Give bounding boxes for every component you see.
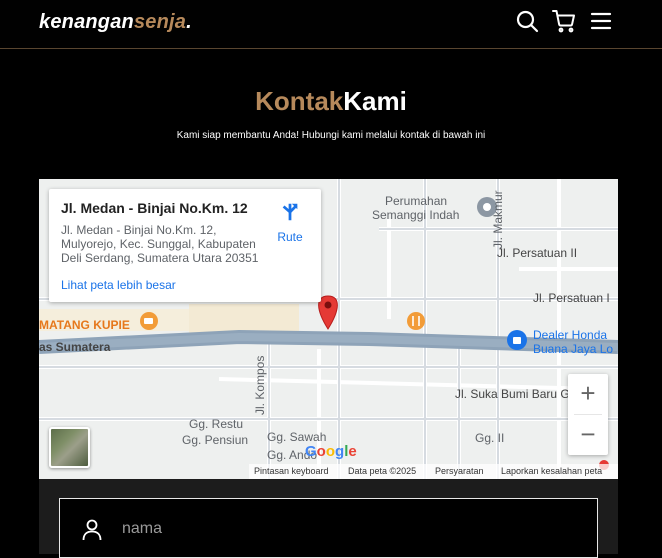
name-field: [59, 498, 598, 558]
place-title: Jl. Medan - Binjai No.Km. 12: [61, 200, 248, 216]
menu-icon[interactable]: [589, 9, 613, 33]
map-label: Jl. Makmur: [491, 190, 505, 249]
map-label: Jl. Persatuan II: [497, 246, 578, 260]
title-part2: Kami: [343, 86, 407, 116]
map-embed[interactable]: Perumahan Semanggi Indah Jl. Makmur Jl. …: [39, 179, 618, 479]
directions-icon: [282, 203, 298, 221]
logo[interactable]: kenangansenja.: [39, 11, 192, 34]
map-footer: Pintasan keyboard Data peta ©2025 Persya…: [249, 464, 618, 479]
route-button[interactable]: Rute: [275, 201, 305, 244]
user-icon: [82, 519, 102, 541]
map-label: Semanggi Indah: [372, 208, 460, 222]
map-label: Perumahan: [385, 194, 448, 208]
route-label: Rute: [277, 230, 303, 244]
zoom-in-button[interactable]: +: [568, 374, 608, 414]
satellite-toggle[interactable]: [49, 427, 90, 468]
place-info-card: Jl. Medan - Binjai No.Km. 12 Jl. Medan -…: [49, 189, 321, 302]
larger-map-link[interactable]: Lihat peta lebih besar: [61, 278, 176, 292]
zoom-out-button[interactable]: −: [568, 415, 608, 455]
logo-part1: kenangan: [39, 11, 134, 33]
navbar: kenangansenja.: [0, 0, 662, 49]
page-title: KontakKami: [0, 86, 662, 117]
map-label: Gg. II: [475, 431, 505, 445]
map-label: Gg. Sawah: [267, 430, 327, 444]
google-logo: Google: [305, 443, 357, 460]
zoom-control: + −: [568, 374, 608, 455]
cart-icon[interactable]: [552, 9, 576, 33]
page-subtitle: Kami siap membantu Anda! Hubungi kami me…: [176, 130, 486, 141]
name-input[interactable]: [122, 513, 572, 545]
logo-part3: .: [186, 11, 192, 33]
contact-form: [39, 479, 618, 558]
search-icon[interactable]: [515, 9, 539, 33]
map-label: Jl. Persatuan I: [533, 291, 610, 305]
keyboard-shortcuts-link[interactable]: Pintasan keyboard: [254, 464, 329, 479]
report-error-link[interactable]: Laporkan kesalahan peta: [501, 464, 602, 479]
map-label: MATANG KUPIE: [39, 318, 130, 332]
map-label: Buana Jaya Lo: [533, 342, 614, 356]
map-label: Jl. Suka Bumi Baru G: [455, 387, 570, 401]
map-label: Dealer Honda: [533, 328, 608, 342]
map-data-text: Data peta ©2025: [348, 466, 417, 476]
map-label: Gg. Restu: [189, 417, 244, 431]
place-address: Jl. Medan - Binjai No.Km. 12, Mulyorejo,…: [61, 223, 259, 265]
map-label: Gg. Pensiun: [182, 433, 249, 447]
logo-part2: senja: [133, 11, 187, 33]
map-label: as Sumatera: [39, 340, 111, 354]
map-label: Jl. Kompos: [253, 355, 267, 415]
title-part1: Kontak: [255, 86, 344, 116]
terms-link[interactable]: Persyaratan: [435, 464, 484, 479]
